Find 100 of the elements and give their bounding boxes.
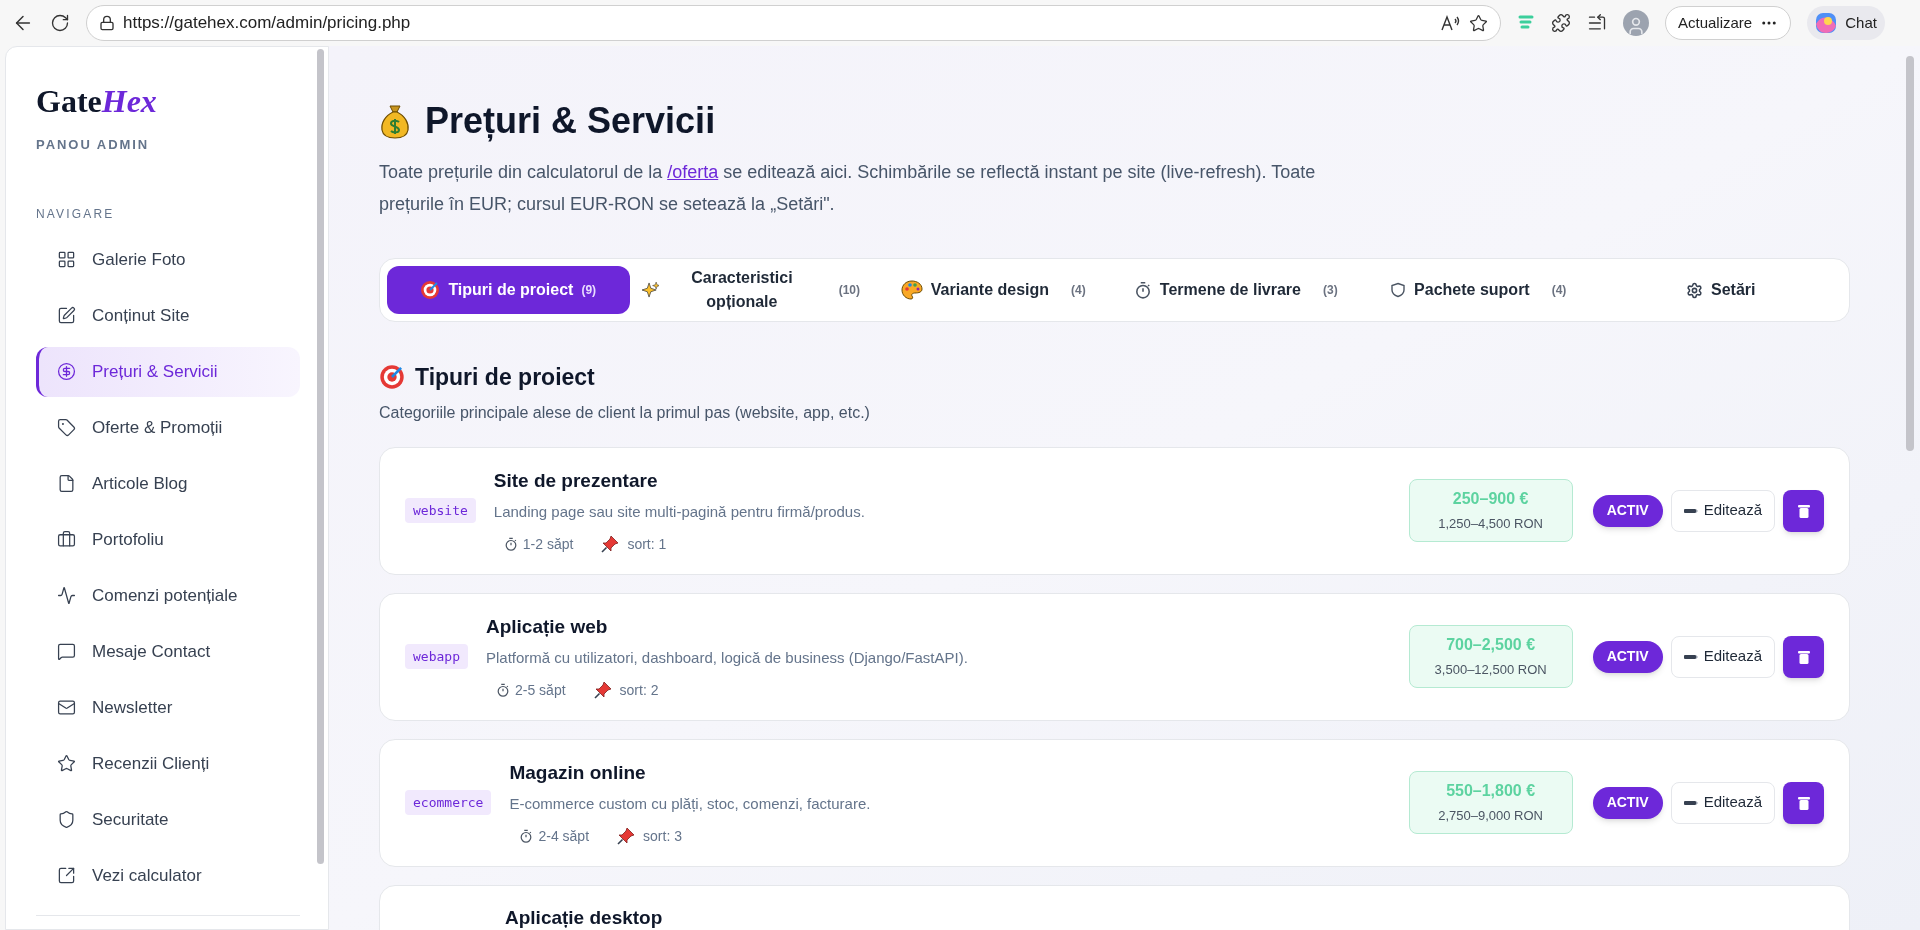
status-badge: ACTIV — [1592, 494, 1663, 527]
tab-count: (4) — [1551, 282, 1567, 299]
page-scrollbar[interactable] — [1906, 56, 1914, 451]
sidebar-item[interactable]: Vezi calculator — [36, 850, 300, 901]
tab[interactable]: Pachete suport (4) — [1357, 266, 1600, 314]
project-name: Aplicație desktop — [505, 905, 664, 930]
price-ron: 1,250–4,500 RON — [1438, 515, 1543, 534]
tab-label: Tipuri de proiect — [448, 280, 574, 300]
copilot-icon — [1815, 12, 1838, 34]
page-title: Prețuri & Servicii — [425, 99, 716, 144]
update-button[interactable]: Actualizare — [1665, 6, 1792, 40]
nav-icon — [57, 418, 76, 437]
sidebar-item[interactable]: Oferte & Promoții — [36, 402, 300, 453]
sort-text: sort: 3 — [643, 826, 682, 846]
sidebar-item[interactable]: Conținut Site — [36, 290, 300, 341]
reload-icon[interactable] — [50, 13, 70, 33]
price-eur: 250–900 € — [1452, 489, 1529, 510]
duration-text: 2-5 săpt — [514, 680, 566, 700]
edit-button[interactable]: Editează — [1670, 489, 1775, 532]
chat-button[interactable]: Chat — [1807, 6, 1885, 40]
lock-icon[interactable] — [99, 15, 115, 31]
status-badge: ACTIV — [1592, 640, 1663, 673]
pushpin-icon — [617, 827, 636, 845]
trash-icon — [1797, 649, 1810, 664]
nav-icon — [57, 866, 76, 885]
status-badge: ACTIV — [1592, 786, 1663, 819]
favorite-icon[interactable] — [1469, 13, 1488, 33]
stopwatch-icon — [495, 683, 510, 697]
trash-icon — [1797, 503, 1810, 518]
sparkles-icon — [641, 280, 660, 300]
tab-label: Termene de livrare — [1159, 280, 1301, 300]
price-ron: 2,750–9,000 RON — [1438, 807, 1543, 826]
sort-text: sort: 1 — [627, 534, 667, 554]
delete-button[interactable] — [1783, 781, 1824, 824]
stopwatch-icon — [519, 829, 534, 843]
sidebar-scrollbar[interactable] — [317, 49, 324, 864]
tab-count: (3) — [1322, 282, 1338, 299]
nav-icon — [57, 586, 76, 605]
nav-section-label: NAVIGARE — [36, 205, 116, 223]
palette-icon — [900, 280, 923, 300]
price-ron: 3,500–12,500 RON — [1434, 661, 1547, 680]
sidebar-item[interactable]: Articole Blog — [36, 458, 300, 509]
edit-button[interactable]: Editează — [1670, 635, 1775, 678]
sidebar-item[interactable]: Prețuri & Servicii — [36, 346, 300, 397]
tab-count: (9) — [581, 282, 597, 299]
slug-badge: ecommerce — [405, 789, 492, 816]
nav-icon — [57, 474, 76, 493]
price-eur: 700–2,500 € — [1446, 635, 1536, 656]
sidebar-item[interactable]: Securitate — [36, 794, 300, 845]
price-eur: 550–1,800 € — [1446, 781, 1536, 802]
sort-text: sort: 2 — [619, 680, 659, 700]
oferta-link[interactable]: /oferta — [667, 162, 719, 182]
shield-icon — [1390, 282, 1407, 298]
sidebar-item[interactable]: Recenzii Clienți — [36, 738, 300, 789]
tab-label: Pachete suport — [1414, 280, 1530, 300]
tab-label: Setări — [1711, 280, 1756, 300]
pushpin-icon — [601, 535, 620, 553]
nav-icon — [57, 642, 76, 661]
tab-count: (4) — [1071, 282, 1086, 299]
tab[interactable]: Tipuri de proiect (9) — [387, 266, 630, 314]
tab[interactable]: Variante design (4) — [872, 266, 1115, 314]
nav-icon — [57, 362, 76, 381]
project-name: Site de prezentare — [493, 468, 659, 493]
nav-icon — [57, 698, 76, 717]
section-subtitle: Categoriile principale alese de client la primul pas (website, app, etc.) — [379, 402, 871, 423]
target-icon — [420, 280, 441, 300]
delete-button[interactable] — [1783, 635, 1824, 678]
address-bar[interactable]: https://gatehex.com/admin/pricing.php — [86, 5, 1501, 41]
pushpin-icon — [593, 681, 612, 699]
slug-badge: webapp — [405, 643, 468, 670]
edit-button[interactable]: Editează — [1670, 781, 1775, 824]
logo-accent-text: Hex — [101, 85, 157, 117]
duration-text: 2-4 săpt — [538, 826, 590, 846]
nav-icon — [57, 754, 76, 773]
sidebar-item[interactable]: Newsletter — [36, 682, 300, 733]
sidebar-item[interactable]: Comenzi potențiale — [36, 570, 300, 621]
tab[interactable]: Caracteristici opționale (10) — [629, 266, 872, 314]
panel-subtitle: PANOU ADMIN — [36, 136, 151, 154]
read-aloud-icon[interactable] — [1441, 15, 1461, 31]
duration-text: 1-2 săpt — [522, 534, 574, 554]
stopwatch-icon — [503, 537, 518, 551]
project-description: E-commerce custom cu plăți, stoc, comenzi, facturare. — [509, 794, 872, 814]
page-description: Toate prețurile din calculatorul de la /oferta se editează aici. Schimbările se reflectă instant pe site (live-refresh). Toate prețurile în EUR; cursul EUR-RON se setează la „Setări". — [379, 161, 1317, 216]
section-title: Tipuri de proiect — [415, 363, 595, 392]
nav-icon — [57, 250, 76, 269]
pencil-icon — [1683, 799, 1698, 806]
tab[interactable]: Setări — [1599, 266, 1842, 314]
settings-icon — [1686, 281, 1703, 299]
sidebar-item[interactable]: Mesaje Contact — [36, 626, 300, 677]
sidebar-item[interactable]: Portofoliu — [36, 514, 300, 565]
logo-text: Gate — [36, 85, 102, 117]
extensions-icon[interactable] — [1551, 13, 1571, 33]
project-name: Aplicație web — [485, 614, 609, 639]
tab[interactable]: Termene de livrare (3) — [1114, 266, 1357, 314]
trash-icon — [1797, 795, 1810, 810]
tab-label: Variante design — [930, 280, 1050, 300]
delete-button[interactable] — [1783, 489, 1824, 532]
target-icon — [379, 364, 405, 391]
project-name: Magazin online — [509, 760, 647, 785]
sidebar-item[interactable]: Galerie Foto — [36, 234, 300, 285]
